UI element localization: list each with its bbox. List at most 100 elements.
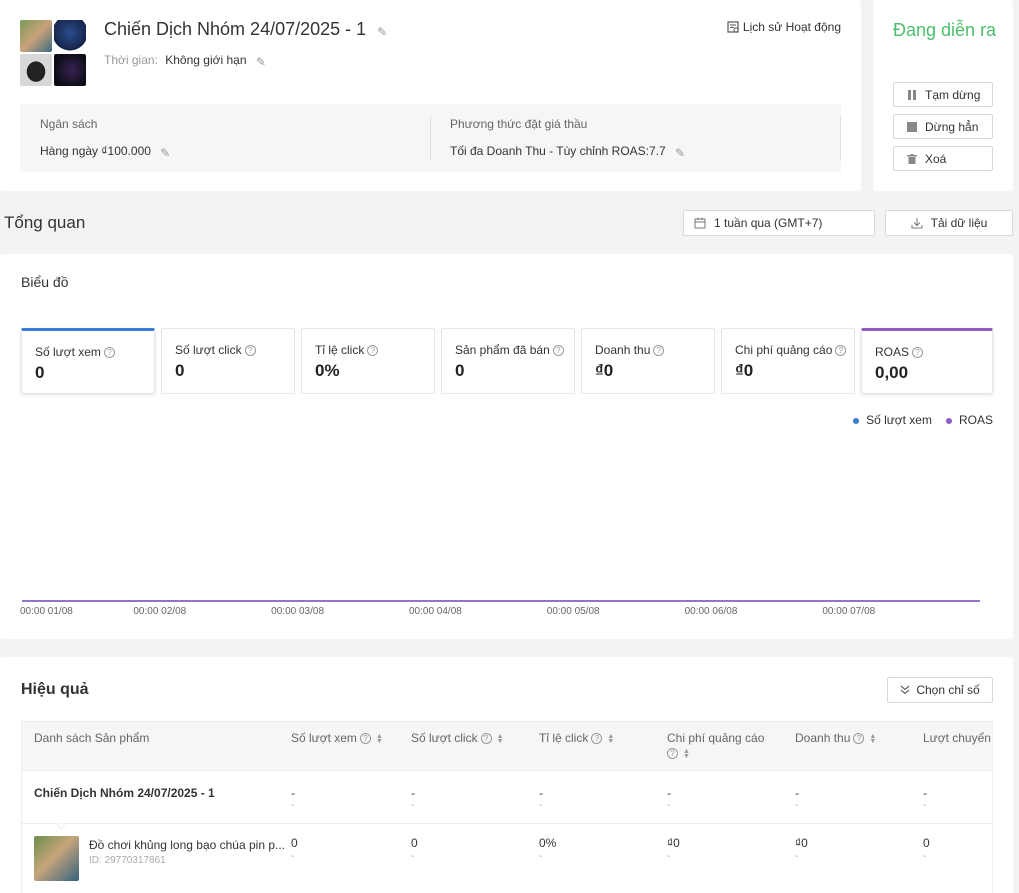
product-name[interactable]: Đồ chơi khủng long bạo chúa pin p... (89, 838, 285, 852)
edit-bid-pencil-icon[interactable]: ✎ (675, 146, 686, 160)
help-icon[interactable]: ? (853, 733, 865, 745)
divider (430, 116, 431, 160)
cell-sub: - (795, 851, 799, 862)
cell-sub: - (411, 851, 415, 862)
activity-history-link[interactable]: Lịch sử Hoạt động (727, 20, 841, 34)
table-row-campaign[interactable]: Chiến Dịch Nhóm 24/07/2025 - 1 - - - - -… (22, 770, 992, 823)
column-header-clicks[interactable]: Số lượt click? ▲ ▼ (411, 731, 504, 746)
pause-icon (908, 89, 916, 100)
delete-button[interactable]: Xoá (893, 146, 993, 171)
column-header-views[interactable]: Số lượt xem? ▲ ▼ (291, 731, 383, 746)
metric-value: ₫0 (595, 361, 614, 380)
edit-title-pencil-icon[interactable]: ✎ (377, 25, 388, 39)
download-data-button[interactable]: Tải dữ liệu (885, 210, 1013, 236)
legend-item-views[interactable]: Số lượt xem (853, 413, 932, 427)
legend-item-roas[interactable]: ROAS (945, 413, 993, 427)
column-header-revenue[interactable]: Doanh thu? ▲ ▼ (795, 731, 876, 746)
product-image[interactable] (34, 836, 79, 881)
performance-card: Hiệu quả Chọn chỉ số Danh sách Sản phẩm … (0, 657, 1013, 893)
sort-icon[interactable]: ▲ ▼ (607, 733, 614, 745)
help-icon[interactable]: ? (653, 345, 665, 357)
help-icon[interactable]: ? (244, 345, 256, 357)
column-header-ctr[interactable]: Tỉ lệ click? ▲ ▼ (539, 731, 614, 746)
x-tick-label: 00:00 02/08 (133, 606, 186, 617)
cell-ad-cost: ₫0 (667, 836, 680, 850)
date-range-picker[interactable]: 1 tuần qua (GMT+7) (683, 210, 875, 236)
time-label: Thời gian: (104, 53, 158, 67)
metric-label: Sản phẩm đã bán (455, 343, 550, 357)
legend-label: Số lượt xem (866, 413, 932, 427)
metric-card-ctr[interactable]: Tỉ lệ click? 0% (301, 328, 435, 394)
help-icon[interactable]: ? (103, 347, 115, 359)
performance-table: Danh sách Sản phẩm Số lượt xem? ▲ ▼ Số lượ… (21, 721, 993, 893)
help-icon[interactable]: ? (835, 345, 847, 357)
stop-button[interactable]: Dừng hẳn (893, 114, 993, 139)
metric-value: 0,00 (875, 363, 909, 382)
product-thumbnail (54, 54, 86, 86)
pause-button[interactable]: Tạm dừng (893, 82, 993, 107)
metric-value: 0% (315, 361, 340, 380)
cell-sub: - (291, 851, 295, 862)
help-icon[interactable]: ? (667, 748, 678, 760)
chart-legend: Số lượt xem ROAS (853, 413, 993, 427)
metric-label: Tỉ lệ click (315, 343, 365, 357)
calendar-icon (694, 217, 706, 229)
metric-label: Doanh thu (595, 343, 651, 357)
campaign-title-text: Chiến Dịch Nhóm 24/07/2025 - 1 (104, 19, 367, 39)
divider (840, 116, 841, 160)
sort-icon[interactable]: ▲ ▼ (869, 733, 876, 745)
metric-card-views[interactable]: Số lượt xem? 0 (21, 328, 155, 394)
cell-ad-cost: - (667, 786, 671, 800)
metric-card-ad-cost[interactable]: Chi phí quảng cáo? ₫0 (721, 328, 855, 394)
metric-card-roas[interactable]: ROAS? 0,00 (861, 328, 993, 394)
sort-icon[interactable]: ▲ ▼ (376, 733, 383, 745)
metric-value: ₫0 (735, 361, 754, 380)
help-icon[interactable]: ? (367, 345, 379, 357)
help-icon[interactable]: ? (591, 733, 603, 745)
cell-sub: - (539, 851, 543, 862)
budget-value-row: Hàng ngày ₫100.000 ✎ (40, 144, 171, 160)
edit-time-pencil-icon[interactable]: ✎ (256, 55, 267, 69)
table-header: Danh sách Sản phẩm Số lượt xem? ▲ ▼ Số lượ… (22, 722, 992, 770)
bid-label: Phương thức đặt giá thầu (450, 117, 588, 131)
chart-title: Biểu đồ (21, 274, 69, 290)
help-icon[interactable]: ? (912, 347, 924, 359)
table-row-product[interactable]: Đồ chơi khủng long bạo chúa pin p... ID:… (22, 823, 992, 893)
delete-label: Xoá (925, 151, 947, 166)
cell-ctr: 0% (539, 836, 557, 850)
budget-label: Ngân sách (40, 117, 98, 131)
help-icon[interactable]: ? (480, 733, 492, 745)
help-icon[interactable]: ? (552, 345, 564, 357)
cell-sub: - (667, 800, 671, 811)
metric-card-items-sold[interactable]: Sản phẩm đã bán? 0 (441, 328, 575, 394)
date-range-label: 1 tuần qua (GMT+7) (714, 216, 823, 230)
campaign-time-row: Thời gian: Không giới hạn ✎ (104, 53, 267, 69)
sort-icon[interactable]: ▲ ▼ (497, 733, 504, 745)
column-header-ad-cost[interactable]: Chi phí quảng cáo? ▲ ▼ (667, 731, 764, 761)
cell-views: 0 (291, 836, 298, 850)
cell-clicks: 0 (411, 836, 418, 850)
history-icon (727, 21, 739, 33)
help-icon[interactable]: ? (359, 733, 371, 745)
cell-sub: - (923, 851, 927, 862)
column-header-label: Doanh thu (795, 731, 851, 745)
metric-card-clicks[interactable]: Số lượt click? 0 (161, 328, 295, 394)
cell-sub: - (667, 851, 671, 862)
cell-ctr: - (539, 786, 543, 800)
bid-value-row: Tối đa Doanh Thu - Tùy chỉnh ROAS:7.7 ✎ (450, 144, 686, 160)
column-header-conversions[interactable]: Lượt chuyển đ (923, 731, 992, 746)
campaign-status: Đang diễn ra (893, 20, 997, 40)
metric-label: ROAS (875, 345, 910, 359)
cell-sub: - (795, 800, 799, 811)
cell-sub: - (411, 800, 415, 811)
sort-icon[interactable]: ▲ ▼ (683, 748, 690, 760)
time-value: Không giới hạn (165, 53, 247, 67)
product-thumbnails (20, 20, 86, 86)
edit-budget-pencil-icon[interactable]: ✎ (160, 146, 171, 160)
product-thumbnail (54, 20, 86, 52)
column-header-label: Tỉ lệ click (539, 731, 589, 745)
overview-title: Tổng quan (4, 213, 86, 232)
legend-label: ROAS (958, 413, 993, 427)
select-metrics-button[interactable]: Chọn chỉ số (887, 677, 993, 703)
metric-card-revenue[interactable]: Doanh thu? ₫0 (581, 328, 715, 394)
